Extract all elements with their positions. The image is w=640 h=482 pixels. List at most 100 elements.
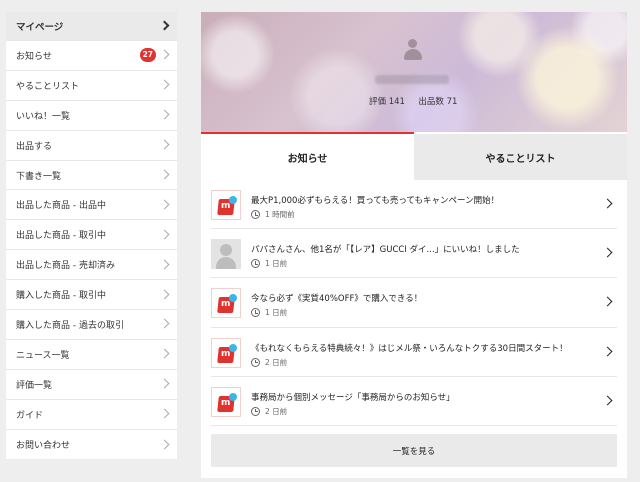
notification-time-text: 1 時間前: [265, 210, 295, 219]
notification-message: 今なら必ず《実質40%OFF》で購入できる！: [251, 294, 423, 305]
chevron-right-icon: [159, 319, 170, 329]
main-panel: 評価 141 出品数 71 お知らせ やることリスト m 最大P1,000必ずも…: [201, 12, 627, 478]
tab-bar: お知らせ やることリスト: [201, 134, 627, 180]
notification-message: 事務局から個別メッセージ「事務局からのお知らせ」: [251, 392, 455, 403]
sidebar-item-label: 出品した商品 - 出品中: [16, 201, 106, 212]
list-item[interactable]: m 今なら必ず《実質40%OFF》で購入できる！ 1 日前: [211, 278, 617, 328]
notification-time: 1 日前: [251, 307, 287, 318]
chevron-right-icon: [159, 229, 170, 240]
sidebar-item-guide[interactable]: ガイド: [6, 400, 177, 430]
sidebar-item-label: いいね！一覧: [16, 111, 71, 122]
sidebar-item-notifications[interactable]: お知らせ 27: [6, 41, 177, 71]
chevron-right-icon: [159, 139, 170, 150]
sidebar-item-listed-sold[interactable]: 出品した商品 - 売却済み: [6, 250, 177, 281]
sidebar-item-listed-in-progress[interactable]: 出品した商品 - 取引中: [6, 220, 177, 251]
notification-message: 《もれなくもらえる特典続々！》はじメル祭・いろんなトクする30日間スタート！: [251, 343, 568, 354]
avatar-body-icon: [404, 49, 422, 60]
sidebar-item-drafts[interactable]: 下書き一覧: [6, 161, 177, 191]
sidebar-item-likes[interactable]: いいね！一覧: [6, 101, 177, 131]
notification-time: 2 日前: [251, 406, 287, 417]
chevron-right-icon: [159, 109, 170, 120]
clock-icon: [251, 357, 260, 367]
sidebar-item-purchased-past[interactable]: 購入した商品 - 過去の取引: [6, 310, 177, 340]
sidebar-item-label: ガイド: [16, 410, 44, 421]
sidebar-item-listed-on-sale[interactable]: 出品した商品 - 出品中: [6, 190, 177, 221]
chevron-right-icon: [159, 408, 170, 419]
notification-list: m 最大P1,000必ずもらえる！買っても売ってもキャンペーン開始！ 1 時間前…: [201, 180, 627, 426]
avatar[interactable]: [401, 37, 425, 61]
listings-value: 71: [446, 97, 458, 107]
profile-banner: 評価 141 出品数 71: [201, 12, 627, 132]
sidebar-item-mypage[interactable]: マイページ: [6, 12, 177, 41]
sidebar-item-label: 評価一覧: [16, 380, 53, 391]
list-item[interactable]: m 《もれなくもらえる特典続々！》はじメル祭・いろんなトクする30日間スタート！…: [211, 328, 617, 377]
sidebar: マイページ お知らせ 27 やることリスト いいね！一覧 出品する 下書き一覧 …: [6, 12, 177, 460]
username-blurred: [375, 75, 449, 84]
notification-time-text: 1 日前: [265, 308, 288, 318]
tab-label: やることリスト: [485, 153, 556, 165]
chevron-right-icon: [159, 79, 170, 90]
sidebar-item-todo-list[interactable]: やることリスト: [6, 71, 177, 101]
chevron-right-icon: [602, 346, 613, 357]
sidebar-item-label: 出品する: [16, 141, 53, 152]
mercari-logo-icon: m: [211, 337, 241, 368]
chevron-right-icon: [602, 198, 613, 209]
list-item[interactable]: パパさんさん、他1名が「【レア】GUCCI ダイ...」にいいね！しました 1 …: [211, 229, 617, 279]
clock-icon: [251, 210, 260, 219]
rating-label: 評価: [369, 97, 387, 107]
sidebar-item-purchased-in-progress[interactable]: 購入した商品 - 取引中: [6, 280, 177, 311]
see-all-button[interactable]: 一覧を見る: [211, 434, 617, 467]
notification-time: 1 日前: [251, 258, 287, 269]
sidebar-item-news[interactable]: ニュース一覧: [6, 340, 177, 370]
notification-count-badge: 27: [139, 48, 156, 63]
mercari-logo-icon: m: [211, 288, 241, 319]
chevron-right-icon: [602, 247, 613, 258]
tab-notifications[interactable]: お知らせ: [201, 134, 414, 180]
clock-icon: [251, 406, 260, 416]
sidebar-item-label: やることリスト: [16, 81, 80, 92]
user-avatar-icon: [211, 239, 241, 270]
mercari-logo-icon: m: [211, 190, 241, 220]
rating-value: 141: [388, 97, 405, 107]
notification-time: 2 日前: [251, 357, 287, 368]
sidebar-item-ratings[interactable]: 評価一覧: [6, 370, 177, 400]
listings-label: 出品数: [418, 97, 444, 107]
notification-time: 1 時間前: [251, 209, 295, 220]
profile-stats: 評価 141 出品数 71: [369, 95, 457, 107]
notification-time-text: 2 日前: [265, 357, 288, 367]
sidebar-item-label: 出品した商品 - 売却済み: [16, 261, 115, 272]
sidebar-item-label: 下書き一覧: [16, 171, 62, 182]
tab-label: お知らせ: [287, 153, 328, 165]
sidebar-item-label: 出品した商品 - 取引中: [16, 231, 106, 242]
chevron-right-icon: [159, 169, 170, 180]
chevron-right-icon: [602, 297, 613, 307]
sidebar-item-label: 購入した商品 - 取引中: [16, 291, 106, 302]
avatar-head-icon: [408, 39, 417, 48]
sidebar-item-label: マイページ: [16, 22, 64, 33]
chevron-right-icon: [159, 348, 170, 359]
notification-time-text: 1 日前: [265, 259, 288, 269]
clock-icon: [251, 259, 260, 269]
list-item[interactable]: m 事務局から個別メッセージ「事務局からのお知らせ」 2 日前: [211, 377, 617, 426]
notification-message: パパさんさん、他1名が「【レア】GUCCI ダイ...」にいいね！しました: [251, 245, 520, 256]
list-item[interactable]: m 最大P1,000必ずもらえる！買っても売ってもキャンペーン開始！ 1 時間前: [211, 180, 617, 230]
chevron-right-icon: [159, 199, 170, 210]
mercari-logo-icon: m: [211, 386, 241, 417]
chevron-right-icon: [159, 289, 170, 300]
sidebar-item-label: ニュース一覧: [16, 350, 70, 361]
sidebar-item-contact[interactable]: お問い合わせ: [6, 430, 177, 460]
sidebar-item-label: 購入した商品 - 過去の取引: [16, 320, 124, 331]
chevron-right-icon: [159, 259, 170, 270]
notification-time-text: 2 日前: [265, 406, 288, 416]
chevron-right-icon: [159, 439, 170, 449]
tab-todo-list[interactable]: やることリスト: [414, 134, 627, 180]
clock-icon: [251, 308, 260, 318]
chevron-right-icon: [159, 20, 170, 31]
sidebar-item-label: お問い合わせ: [16, 441, 71, 452]
chevron-right-icon: [159, 49, 170, 60]
notification-message: 最大P1,000必ずもらえる！買っても売ってもキャンペーン開始！: [251, 196, 500, 206]
sidebar-item-label: お知らせ: [16, 51, 52, 62]
chevron-right-icon: [159, 378, 170, 389]
sidebar-item-sell[interactable]: 出品する: [6, 131, 177, 161]
chevron-right-icon: [602, 395, 613, 406]
